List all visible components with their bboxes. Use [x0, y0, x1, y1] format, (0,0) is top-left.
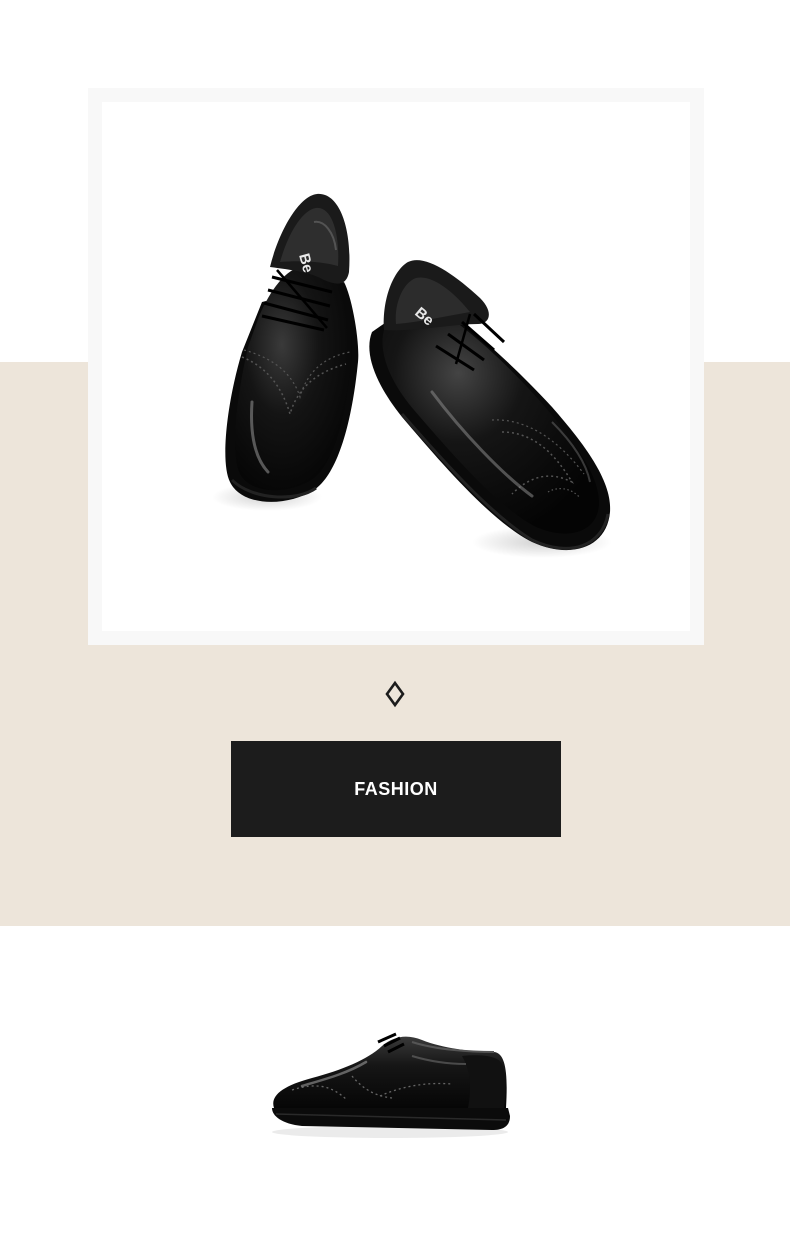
- fashion-banner: FASHION: [231, 741, 561, 837]
- product-photo-frame: Be Be: [88, 88, 704, 645]
- product-photo: Be Be: [102, 102, 690, 631]
- fashion-label: FASHION: [354, 778, 438, 799]
- pair-of-brogue-shoes-image: Be Be: [212, 193, 612, 558]
- left-shoe: Be: [212, 193, 359, 511]
- diamond-outline-icon: [379, 678, 411, 710]
- right-shoe: Be: [369, 260, 612, 558]
- side-view-shoe-image: [262, 1016, 518, 1140]
